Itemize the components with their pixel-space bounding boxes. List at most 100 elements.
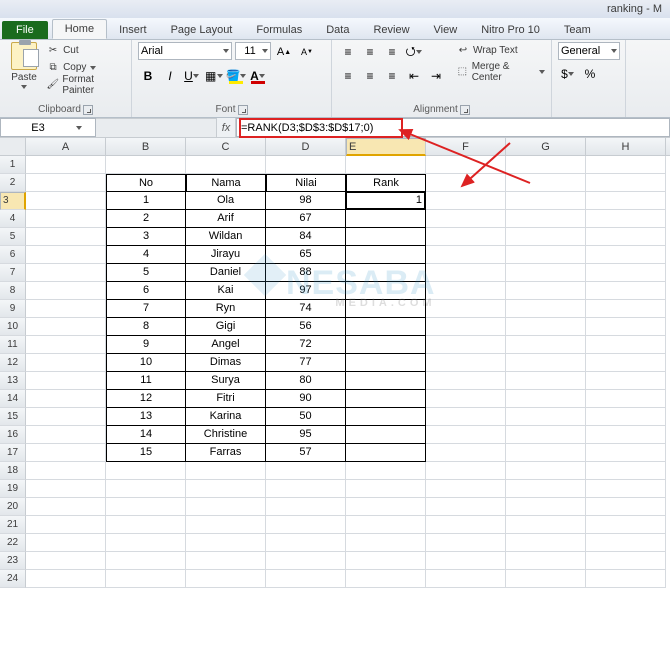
cell[interactable]: [266, 156, 346, 174]
tab-nitro[interactable]: Nitro Pro 10: [469, 21, 552, 39]
cell[interactable]: [186, 156, 266, 174]
cell[interactable]: Nilai: [266, 174, 346, 192]
cell[interactable]: [106, 480, 186, 498]
cell[interactable]: [346, 372, 426, 390]
tab-insert[interactable]: Insert: [107, 21, 159, 39]
cell[interactable]: Arif: [186, 210, 266, 228]
cell[interactable]: Nama: [186, 174, 266, 192]
cell[interactable]: 4: [106, 246, 186, 264]
row-header[interactable]: 4: [0, 210, 26, 228]
cell[interactable]: [26, 300, 106, 318]
cell[interactable]: [426, 282, 506, 300]
cell[interactable]: [106, 156, 186, 174]
row-header[interactable]: 1: [0, 156, 26, 174]
tab-home[interactable]: Home: [52, 19, 107, 39]
cell[interactable]: [266, 570, 346, 588]
cell[interactable]: [426, 336, 506, 354]
cell[interactable]: [506, 372, 586, 390]
fx-icon[interactable]: fx: [216, 118, 236, 137]
cell[interactable]: [26, 156, 106, 174]
cell[interactable]: [346, 498, 426, 516]
cell[interactable]: [426, 390, 506, 408]
cell[interactable]: Daniel: [186, 264, 266, 282]
row-header[interactable]: 11: [0, 336, 26, 354]
grow-font-button[interactable]: A▲: [274, 42, 294, 62]
align-right-button[interactable]: ≡: [382, 66, 402, 86]
cell[interactable]: 90: [266, 390, 346, 408]
cut-button[interactable]: ✂Cut: [46, 42, 125, 59]
row-header[interactable]: 12: [0, 354, 26, 372]
cell[interactable]: [506, 192, 586, 210]
cell[interactable]: [586, 516, 666, 534]
underline-button[interactable]: U: [182, 66, 202, 86]
cell[interactable]: [426, 300, 506, 318]
cell[interactable]: [586, 390, 666, 408]
cell[interactable]: Ola: [186, 192, 266, 210]
cell[interactable]: [346, 480, 426, 498]
cell[interactable]: [346, 282, 426, 300]
cell[interactable]: [426, 354, 506, 372]
italic-button[interactable]: I: [160, 66, 180, 86]
cell[interactable]: [266, 516, 346, 534]
row-header[interactable]: 20: [0, 498, 26, 516]
cell[interactable]: [346, 516, 426, 534]
tab-team[interactable]: Team: [552, 21, 603, 39]
cell[interactable]: [586, 534, 666, 552]
cell[interactable]: [26, 210, 106, 228]
cell[interactable]: 12: [106, 390, 186, 408]
cell[interactable]: [26, 516, 106, 534]
cell[interactable]: [426, 246, 506, 264]
cell[interactable]: [426, 174, 506, 192]
cell[interactable]: [506, 300, 586, 318]
cell[interactable]: [586, 228, 666, 246]
font-name-select[interactable]: [138, 42, 232, 60]
cell[interactable]: Karina: [186, 408, 266, 426]
accounting-format-button[interactable]: $: [558, 64, 578, 84]
cell[interactable]: Farras: [186, 444, 266, 462]
row-header[interactable]: 16: [0, 426, 26, 444]
format-painter-button[interactable]: 🖌Format Painter: [46, 76, 125, 93]
cell[interactable]: [346, 246, 426, 264]
cell[interactable]: [426, 264, 506, 282]
decrease-indent-button[interactable]: ⇤: [404, 66, 424, 86]
cell[interactable]: 8: [106, 318, 186, 336]
cell[interactable]: [26, 372, 106, 390]
row-header[interactable]: 7: [0, 264, 26, 282]
tab-view[interactable]: View: [422, 21, 470, 39]
cell[interactable]: [586, 156, 666, 174]
cell[interactable]: [186, 552, 266, 570]
col-header-C[interactable]: C: [186, 138, 266, 155]
cell[interactable]: [586, 246, 666, 264]
cell[interactable]: [106, 516, 186, 534]
col-header-A[interactable]: A: [26, 138, 106, 155]
cell[interactable]: [586, 426, 666, 444]
cell[interactable]: [186, 534, 266, 552]
cell[interactable]: 77: [266, 354, 346, 372]
spreadsheet-grid[interactable]: ABCDEFGH 12NoNamaNilaiRank31Ola98142Arif…: [0, 138, 670, 588]
cell[interactable]: 10: [106, 354, 186, 372]
cell[interactable]: 5: [106, 264, 186, 282]
cell[interactable]: [426, 516, 506, 534]
col-header-D[interactable]: D: [266, 138, 346, 155]
cell[interactable]: [346, 552, 426, 570]
cell[interactable]: [426, 498, 506, 516]
cell[interactable]: [346, 462, 426, 480]
cell[interactable]: [186, 462, 266, 480]
cell[interactable]: No: [106, 174, 186, 192]
cell[interactable]: [506, 174, 586, 192]
cell[interactable]: [426, 210, 506, 228]
cell[interactable]: [586, 336, 666, 354]
cell[interactable]: 14: [106, 426, 186, 444]
cell[interactable]: [506, 228, 586, 246]
row-header[interactable]: 6: [0, 246, 26, 264]
dialog-launcher-icon[interactable]: [460, 105, 470, 115]
dialog-launcher-icon[interactable]: [83, 105, 93, 115]
cell[interactable]: 15: [106, 444, 186, 462]
cell[interactable]: [26, 246, 106, 264]
cell[interactable]: Fitri: [186, 390, 266, 408]
wrap-text-button[interactable]: ↩Wrap Text: [456, 42, 545, 59]
cell[interactable]: [506, 282, 586, 300]
col-header-G[interactable]: G: [506, 138, 586, 155]
cell[interactable]: [26, 570, 106, 588]
cell[interactable]: [186, 516, 266, 534]
